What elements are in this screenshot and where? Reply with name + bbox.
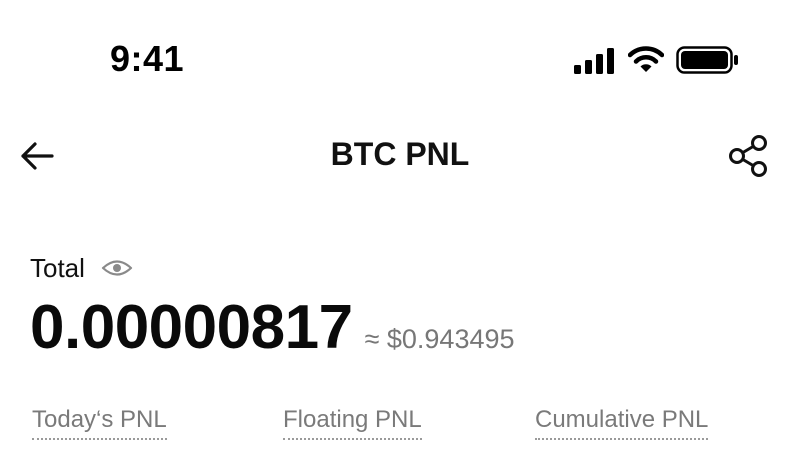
total-value: 0.00000817 xyxy=(30,293,353,362)
wifi-icon xyxy=(628,46,664,72)
status-bar: 9:41 xyxy=(0,0,800,120)
pnl-tabs: Today‘s PNL Floating PNL Cumulative PNL xyxy=(32,406,772,446)
battery-icon xyxy=(676,46,738,74)
total-balance-section: Total 0.00000817 ≈ $0.943495 xyxy=(30,250,770,363)
total-label-row: Total xyxy=(30,250,770,286)
share-icon[interactable] xyxy=(726,134,770,178)
eye-icon[interactable] xyxy=(101,257,133,279)
page-title: BTC PNL xyxy=(330,136,470,172)
total-usd-equivalent: ≈ $0.943495 xyxy=(364,324,515,354)
status-icons xyxy=(572,42,742,78)
nav-bar: BTC PNL xyxy=(0,120,800,192)
tab-todays-pnl[interactable]: Today‘s PNL xyxy=(32,406,167,440)
total-value-row: 0.00000817 ≈ $0.943495 xyxy=(30,292,770,363)
status-time: 9:41 xyxy=(110,38,185,79)
cellular-signal-icon xyxy=(574,48,614,74)
tab-floating-pnl[interactable]: Floating PNL xyxy=(283,406,422,440)
total-label: Total xyxy=(30,252,85,283)
arrow-left-icon[interactable] xyxy=(18,136,58,176)
tab-cumulative-pnl[interactable]: Cumulative PNL xyxy=(535,406,709,440)
